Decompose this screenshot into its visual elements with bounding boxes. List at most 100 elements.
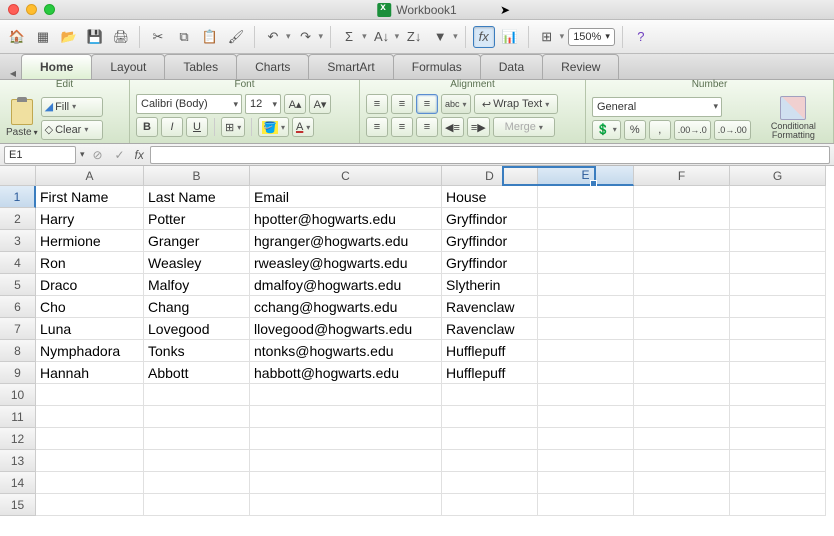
cell-G2[interactable] <box>730 208 826 230</box>
cell-F6[interactable] <box>634 296 730 318</box>
cell-A3[interactable]: Hermione <box>36 230 144 252</box>
cell-C13[interactable] <box>250 450 442 472</box>
cell-F14[interactable] <box>634 472 730 494</box>
column-header-F[interactable]: F <box>634 166 730 186</box>
underline-button[interactable]: U <box>186 117 208 137</box>
cell-D10[interactable] <box>442 384 538 406</box>
cell-C10[interactable] <box>250 384 442 406</box>
cell-F7[interactable] <box>634 318 730 340</box>
align-top-button[interactable]: ≡ <box>366 94 388 114</box>
save-icon[interactable]: 💾 <box>84 26 106 48</box>
cell-G1[interactable] <box>730 186 826 208</box>
cell-G7[interactable] <box>730 318 826 340</box>
cell-E7[interactable] <box>538 318 634 340</box>
autosum-icon[interactable]: Σ <box>338 26 360 48</box>
row-header-12[interactable]: 12 <box>0 428 36 450</box>
align-middle-button[interactable]: ≡ <box>391 94 413 114</box>
wrap-text-button[interactable]: ↩Wrap Text <box>474 94 558 114</box>
italic-button[interactable]: I <box>161 117 183 137</box>
column-header-E[interactable]: E <box>538 166 634 186</box>
cell-C5[interactable]: dmalfoy@hogwarts.edu <box>250 274 442 296</box>
cell-F2[interactable] <box>634 208 730 230</box>
font-size-select[interactable]: 12 <box>245 94 281 114</box>
cell-B14[interactable] <box>144 472 250 494</box>
number-format-select[interactable]: General <box>592 97 722 117</box>
column-header-C[interactable]: C <box>250 166 442 186</box>
accept-formula-icon[interactable]: ✓ <box>111 146 129 164</box>
cell-E8[interactable] <box>538 340 634 362</box>
cell-D2[interactable]: Gryffindor <box>442 208 538 230</box>
cell-C1[interactable]: Email <box>250 186 442 208</box>
cell-B5[interactable]: Malfoy <box>144 274 250 296</box>
fill-button[interactable]: ◢Fill <box>41 97 103 117</box>
cell-E9[interactable] <box>538 362 634 384</box>
tab-smartart[interactable]: SmartArt <box>308 54 393 79</box>
cell-D3[interactable]: Gryffindor <box>442 230 538 252</box>
cell-B9[interactable]: Abbott <box>144 362 250 384</box>
orientation-button[interactable]: abc <box>441 94 471 114</box>
cell-D14[interactable] <box>442 472 538 494</box>
cell-E2[interactable] <box>538 208 634 230</box>
tab-formulas[interactable]: Formulas <box>393 54 481 79</box>
copy-icon[interactable]: ⧉ <box>173 26 195 48</box>
cell-E3[interactable] <box>538 230 634 252</box>
cell-G8[interactable] <box>730 340 826 362</box>
select-all-corner[interactable] <box>0 166 36 186</box>
conditional-formatting-icon[interactable] <box>780 96 806 120</box>
cell-D8[interactable]: Hufflepuff <box>442 340 538 362</box>
decrease-decimal-button[interactable]: .0→.00 <box>714 120 751 140</box>
cell-F5[interactable] <box>634 274 730 296</box>
cell-B13[interactable] <box>144 450 250 472</box>
cell-D12[interactable] <box>442 428 538 450</box>
cut-icon[interactable]: ✂ <box>147 26 169 48</box>
cell-A4[interactable]: Ron <box>36 252 144 274</box>
name-box[interactable]: E1 <box>4 146 76 164</box>
row-header-11[interactable]: 11 <box>0 406 36 428</box>
fx-icon[interactable]: fx <box>135 148 144 162</box>
grid-icon[interactable]: ▦ <box>32 26 54 48</box>
column-header-D[interactable]: D <box>442 166 538 186</box>
decrease-indent-button[interactable]: ◀≡ <box>441 117 464 137</box>
fill-color-button[interactable]: 🪣 <box>258 117 289 137</box>
cell-D7[interactable]: Ravenclaw <box>442 318 538 340</box>
cell-D5[interactable]: Slytherin <box>442 274 538 296</box>
cell-E14[interactable] <box>538 472 634 494</box>
cell-E4[interactable] <box>538 252 634 274</box>
cell-A8[interactable]: Nymphadora <box>36 340 144 362</box>
currency-button[interactable]: 💲 <box>592 120 621 140</box>
cell-F10[interactable] <box>634 384 730 406</box>
cell-D9[interactable]: Hufflepuff <box>442 362 538 384</box>
cell-A13[interactable] <box>36 450 144 472</box>
cell-B4[interactable]: Weasley <box>144 252 250 274</box>
undo-icon[interactable]: ↶ <box>262 26 284 48</box>
cell-B12[interactable] <box>144 428 250 450</box>
cell-A6[interactable]: Cho <box>36 296 144 318</box>
column-header-A[interactable]: A <box>36 166 144 186</box>
cell-C12[interactable] <box>250 428 442 450</box>
percent-button[interactable]: % <box>624 120 646 140</box>
cell-G11[interactable] <box>730 406 826 428</box>
format-painter-icon[interactable]: 🖌 <box>225 26 247 48</box>
increase-font-button[interactable]: A▴ <box>284 94 306 114</box>
tab-scroll-left-icon[interactable]: ◀ <box>8 67 18 79</box>
cell-A12[interactable] <box>36 428 144 450</box>
row-header-2[interactable]: 2 <box>0 208 36 230</box>
cell-F13[interactable] <box>634 450 730 472</box>
row-header-5[interactable]: 5 <box>0 274 36 296</box>
font-color-button[interactable]: A <box>292 117 314 137</box>
filter-dropdown[interactable]: ▾ <box>453 31 458 42</box>
font-name-select[interactable]: Calibri (Body) <box>136 94 242 114</box>
cell-E13[interactable] <box>538 450 634 472</box>
tab-home[interactable]: Home <box>21 54 92 79</box>
cell-E5[interactable] <box>538 274 634 296</box>
show-hide-dropdown[interactable]: ▾ <box>560 31 565 42</box>
redo-dropdown[interactable]: ▾ <box>319 31 324 42</box>
cell-G3[interactable] <box>730 230 826 252</box>
cell-B11[interactable] <box>144 406 250 428</box>
cell-C4[interactable]: rweasley@hogwarts.edu <box>250 252 442 274</box>
tab-review[interactable]: Review <box>542 54 619 79</box>
sort-asc-icon[interactable]: A↓ <box>371 26 393 48</box>
cell-C3[interactable]: hgranger@hogwarts.edu <box>250 230 442 252</box>
cell-D13[interactable] <box>442 450 538 472</box>
filter-icon[interactable]: ▼ <box>429 26 451 48</box>
